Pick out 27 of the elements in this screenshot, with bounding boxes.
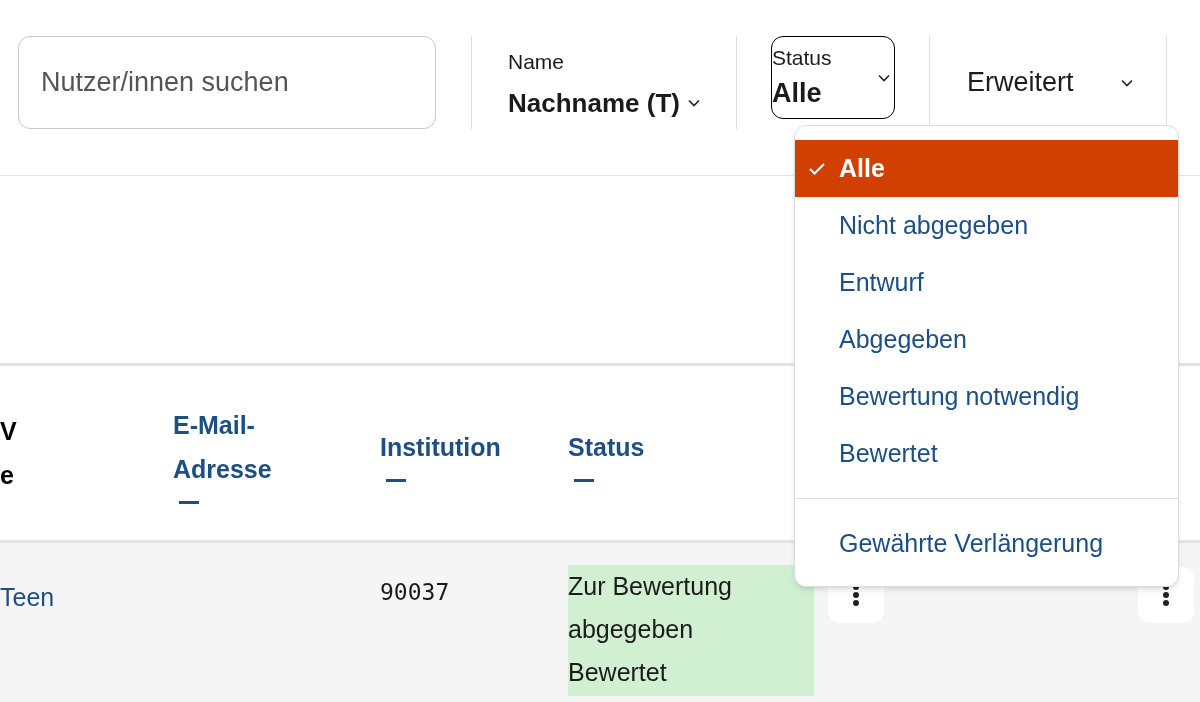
column-header[interactable]: V e xyxy=(0,409,17,497)
menu-item[interactable]: Entwurf xyxy=(795,254,1178,311)
column-header[interactable]: Status xyxy=(568,424,645,469)
sort-dash-icon xyxy=(179,500,199,504)
status-text: Zur Bewertung abgegeben xyxy=(568,571,733,645)
chevron-down-icon xyxy=(687,99,700,107)
menu-item[interactable]: Abgegeben xyxy=(795,311,1178,368)
vertical-dots-icon xyxy=(1163,584,1169,606)
name-sort-dropdown[interactable]: Name Nachname (T) xyxy=(508,46,700,123)
column-header[interactable]: E-Mail- Adresse xyxy=(173,402,272,491)
menu-item[interactable]: Gewährte Verlängerung xyxy=(795,515,1178,572)
chevron-down-icon xyxy=(1120,78,1133,87)
menu-item[interactable]: Bewertung notwendig xyxy=(795,368,1178,425)
status-text: Bewertet xyxy=(568,657,668,688)
search-field[interactable]: Nutzer/innen suchen xyxy=(18,36,436,129)
status-dropdown[interactable]: Status Alle xyxy=(770,36,895,119)
sort-dash-icon xyxy=(386,478,406,482)
name-link[interactable]: Teen xyxy=(0,579,380,617)
sort-dash-icon xyxy=(574,478,594,482)
vertical-dots-icon xyxy=(853,584,859,606)
menu-item[interactable]: Nicht abgegeben xyxy=(795,197,1178,254)
column-header[interactable]: Institution xyxy=(380,424,501,469)
table-cell-text: 90037 xyxy=(380,578,451,607)
check-icon xyxy=(809,162,825,175)
menu-item[interactable]: Alle xyxy=(795,140,1178,197)
menu-item[interactable]: Bewertet xyxy=(795,425,1178,482)
chevron-down-icon xyxy=(877,73,890,82)
